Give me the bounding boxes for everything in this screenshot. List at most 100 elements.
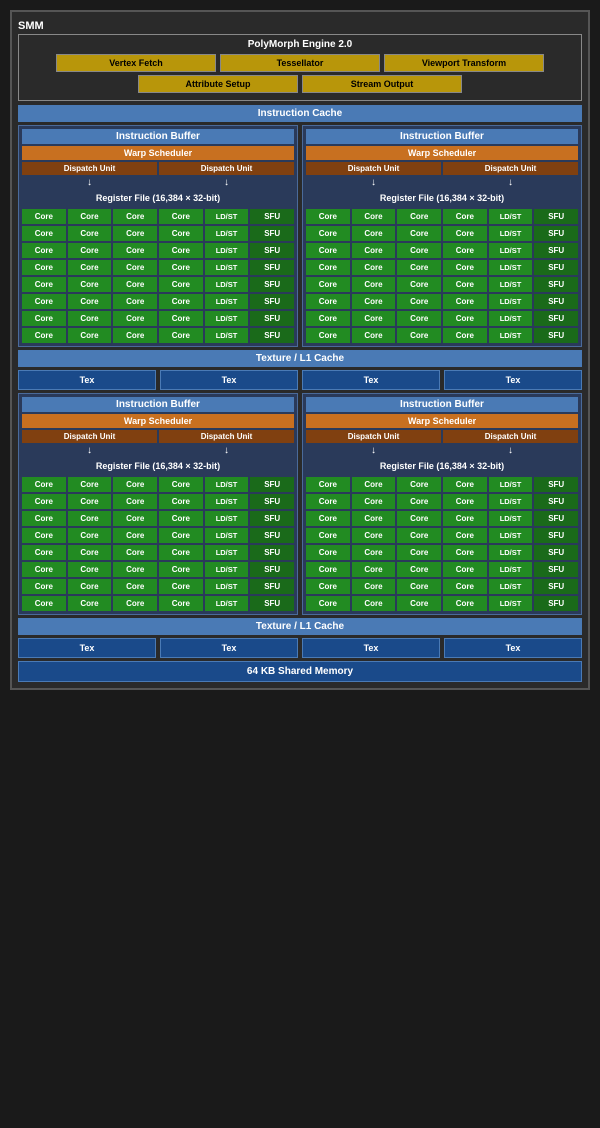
core-cell: Core <box>443 596 487 611</box>
sfu-cell: SFU <box>534 328 578 343</box>
core-cell: Core <box>443 294 487 309</box>
core-cell: Core <box>397 311 441 326</box>
core-cell: Core <box>159 277 203 292</box>
tex-cell-m4: Tex <box>444 370 582 390</box>
core-cell: Core <box>22 562 66 577</box>
dispatch-row-tr: Dispatch Unit Dispatch Unit <box>306 162 578 175</box>
sfu-cell: SFU <box>250 226 294 241</box>
tex-cell-b3: Tex <box>302 638 440 658</box>
core-row: Core Core Core Core LD/ST SFU <box>306 294 578 309</box>
core-cell: Core <box>22 260 66 275</box>
ldst-cell: LD/ST <box>205 477 249 492</box>
core-cell: Core <box>306 579 350 594</box>
core-row: Core Core Core Core LD/ST SFU <box>306 243 578 258</box>
arrow-bl-1: ↓ <box>22 445 157 456</box>
core-cell: Core <box>113 209 157 224</box>
dispatch-unit-tr-1: Dispatch Unit <box>306 162 441 175</box>
smm-title: SMM <box>18 18 582 34</box>
ldst-cell: LD/ST <box>205 596 249 611</box>
bottom-right-block: Instruction Buffer Warp Scheduler Dispat… <box>302 393 582 615</box>
core-cell: Core <box>68 579 112 594</box>
core-cell: Core <box>159 579 203 594</box>
core-cell: Core <box>352 209 396 224</box>
polymorph-engine: PolyMorph Engine 2.0 Vertex Fetch Tessel… <box>18 34 582 101</box>
ldst-cell: LD/ST <box>205 311 249 326</box>
core-cell: Core <box>352 226 396 241</box>
core-cell: Core <box>113 494 157 509</box>
core-cell: Core <box>22 311 66 326</box>
ldst-cell: LD/ST <box>489 260 533 275</box>
core-cell: Core <box>22 209 66 224</box>
smm-container: SMM PolyMorph Engine 2.0 Vertex Fetch Te… <box>10 10 590 690</box>
core-cell: Core <box>352 328 396 343</box>
warp-scheduler-tl: Warp Scheduler <box>22 146 294 160</box>
ldst-cell: LD/ST <box>205 294 249 309</box>
core-row: Core Core Core Core LD/ST SFU <box>22 311 294 326</box>
core-cell: Core <box>443 260 487 275</box>
ldst-cell: LD/ST <box>205 562 249 577</box>
core-cell: Core <box>397 226 441 241</box>
core-cell: Core <box>22 528 66 543</box>
warp-scheduler-bl: Warp Scheduler <box>22 414 294 428</box>
core-row: Core Core Core Core LD/ST SFU <box>22 494 294 509</box>
core-cell: Core <box>306 562 350 577</box>
sfu-cell: SFU <box>534 545 578 560</box>
core-cell: Core <box>443 528 487 543</box>
core-cell: Core <box>397 328 441 343</box>
core-cell: Core <box>68 562 112 577</box>
texture-l1-middle: Texture / L1 Cache <box>18 350 582 367</box>
core-cell: Core <box>22 328 66 343</box>
core-cell: Core <box>352 277 396 292</box>
core-cell: Core <box>22 596 66 611</box>
dispatch-unit-tl-2: Dispatch Unit <box>159 162 294 175</box>
core-cell: Core <box>159 511 203 526</box>
core-cell: Core <box>306 545 350 560</box>
instr-buffer-bl: Instruction Buffer <box>22 397 294 412</box>
core-cell: Core <box>159 209 203 224</box>
core-cell: Core <box>22 545 66 560</box>
core-cell: Core <box>68 328 112 343</box>
core-cell: Core <box>443 477 487 492</box>
polymorph-title: PolyMorph Engine 2.0 <box>23 39 577 50</box>
core-cell: Core <box>397 511 441 526</box>
core-cell: Core <box>68 511 112 526</box>
tex-cell-m1: Tex <box>18 370 156 390</box>
tex-cell-b4: Tex <box>444 638 582 658</box>
core-cell: Core <box>159 243 203 258</box>
core-cell: Core <box>113 511 157 526</box>
core-cell: Core <box>306 511 350 526</box>
core-grid-tl: Core Core Core Core LD/ST SFU Core Core … <box>22 209 294 343</box>
ldst-cell: LD/ST <box>489 311 533 326</box>
core-cell: Core <box>306 260 350 275</box>
core-row: Core Core Core Core LD/ST SFU <box>306 277 578 292</box>
core-row: Core Core Core Core LD/ST SFU <box>306 528 578 543</box>
core-cell: Core <box>397 494 441 509</box>
instr-buffer-br: Instruction Buffer <box>306 397 578 412</box>
tex-row-middle: Tex Tex Tex Tex <box>18 370 582 390</box>
sfu-cell: SFU <box>534 294 578 309</box>
core-cell: Core <box>159 294 203 309</box>
core-row: Core Core Core Core LD/ST SFU <box>22 277 294 292</box>
core-cell: Core <box>352 494 396 509</box>
core-cell: Core <box>159 260 203 275</box>
vertex-fetch: Vertex Fetch <box>56 54 216 72</box>
sfu-cell: SFU <box>534 494 578 509</box>
ldst-cell: LD/ST <box>205 243 249 258</box>
reg-file-tl: Register File (16,384 × 32-bit) <box>22 190 294 206</box>
core-cell: Core <box>159 311 203 326</box>
sfu-cell: SFU <box>250 494 294 509</box>
core-cell: Core <box>306 243 350 258</box>
core-cell: Core <box>443 226 487 241</box>
sfu-cell: SFU <box>534 277 578 292</box>
sfu-cell: SFU <box>250 260 294 275</box>
core-cell: Core <box>68 311 112 326</box>
instr-buffer-tl: Instruction Buffer <box>22 129 294 144</box>
sfu-cell: SFU <box>250 596 294 611</box>
ldst-cell: LD/ST <box>489 226 533 241</box>
core-row: Core Core Core Core LD/ST SFU <box>22 528 294 543</box>
sfu-cell: SFU <box>534 596 578 611</box>
core-cell: Core <box>159 545 203 560</box>
core-row: Core Core Core Core LD/ST SFU <box>22 226 294 241</box>
arrow-br-2: ↓ <box>443 445 578 456</box>
sfu-cell: SFU <box>534 260 578 275</box>
